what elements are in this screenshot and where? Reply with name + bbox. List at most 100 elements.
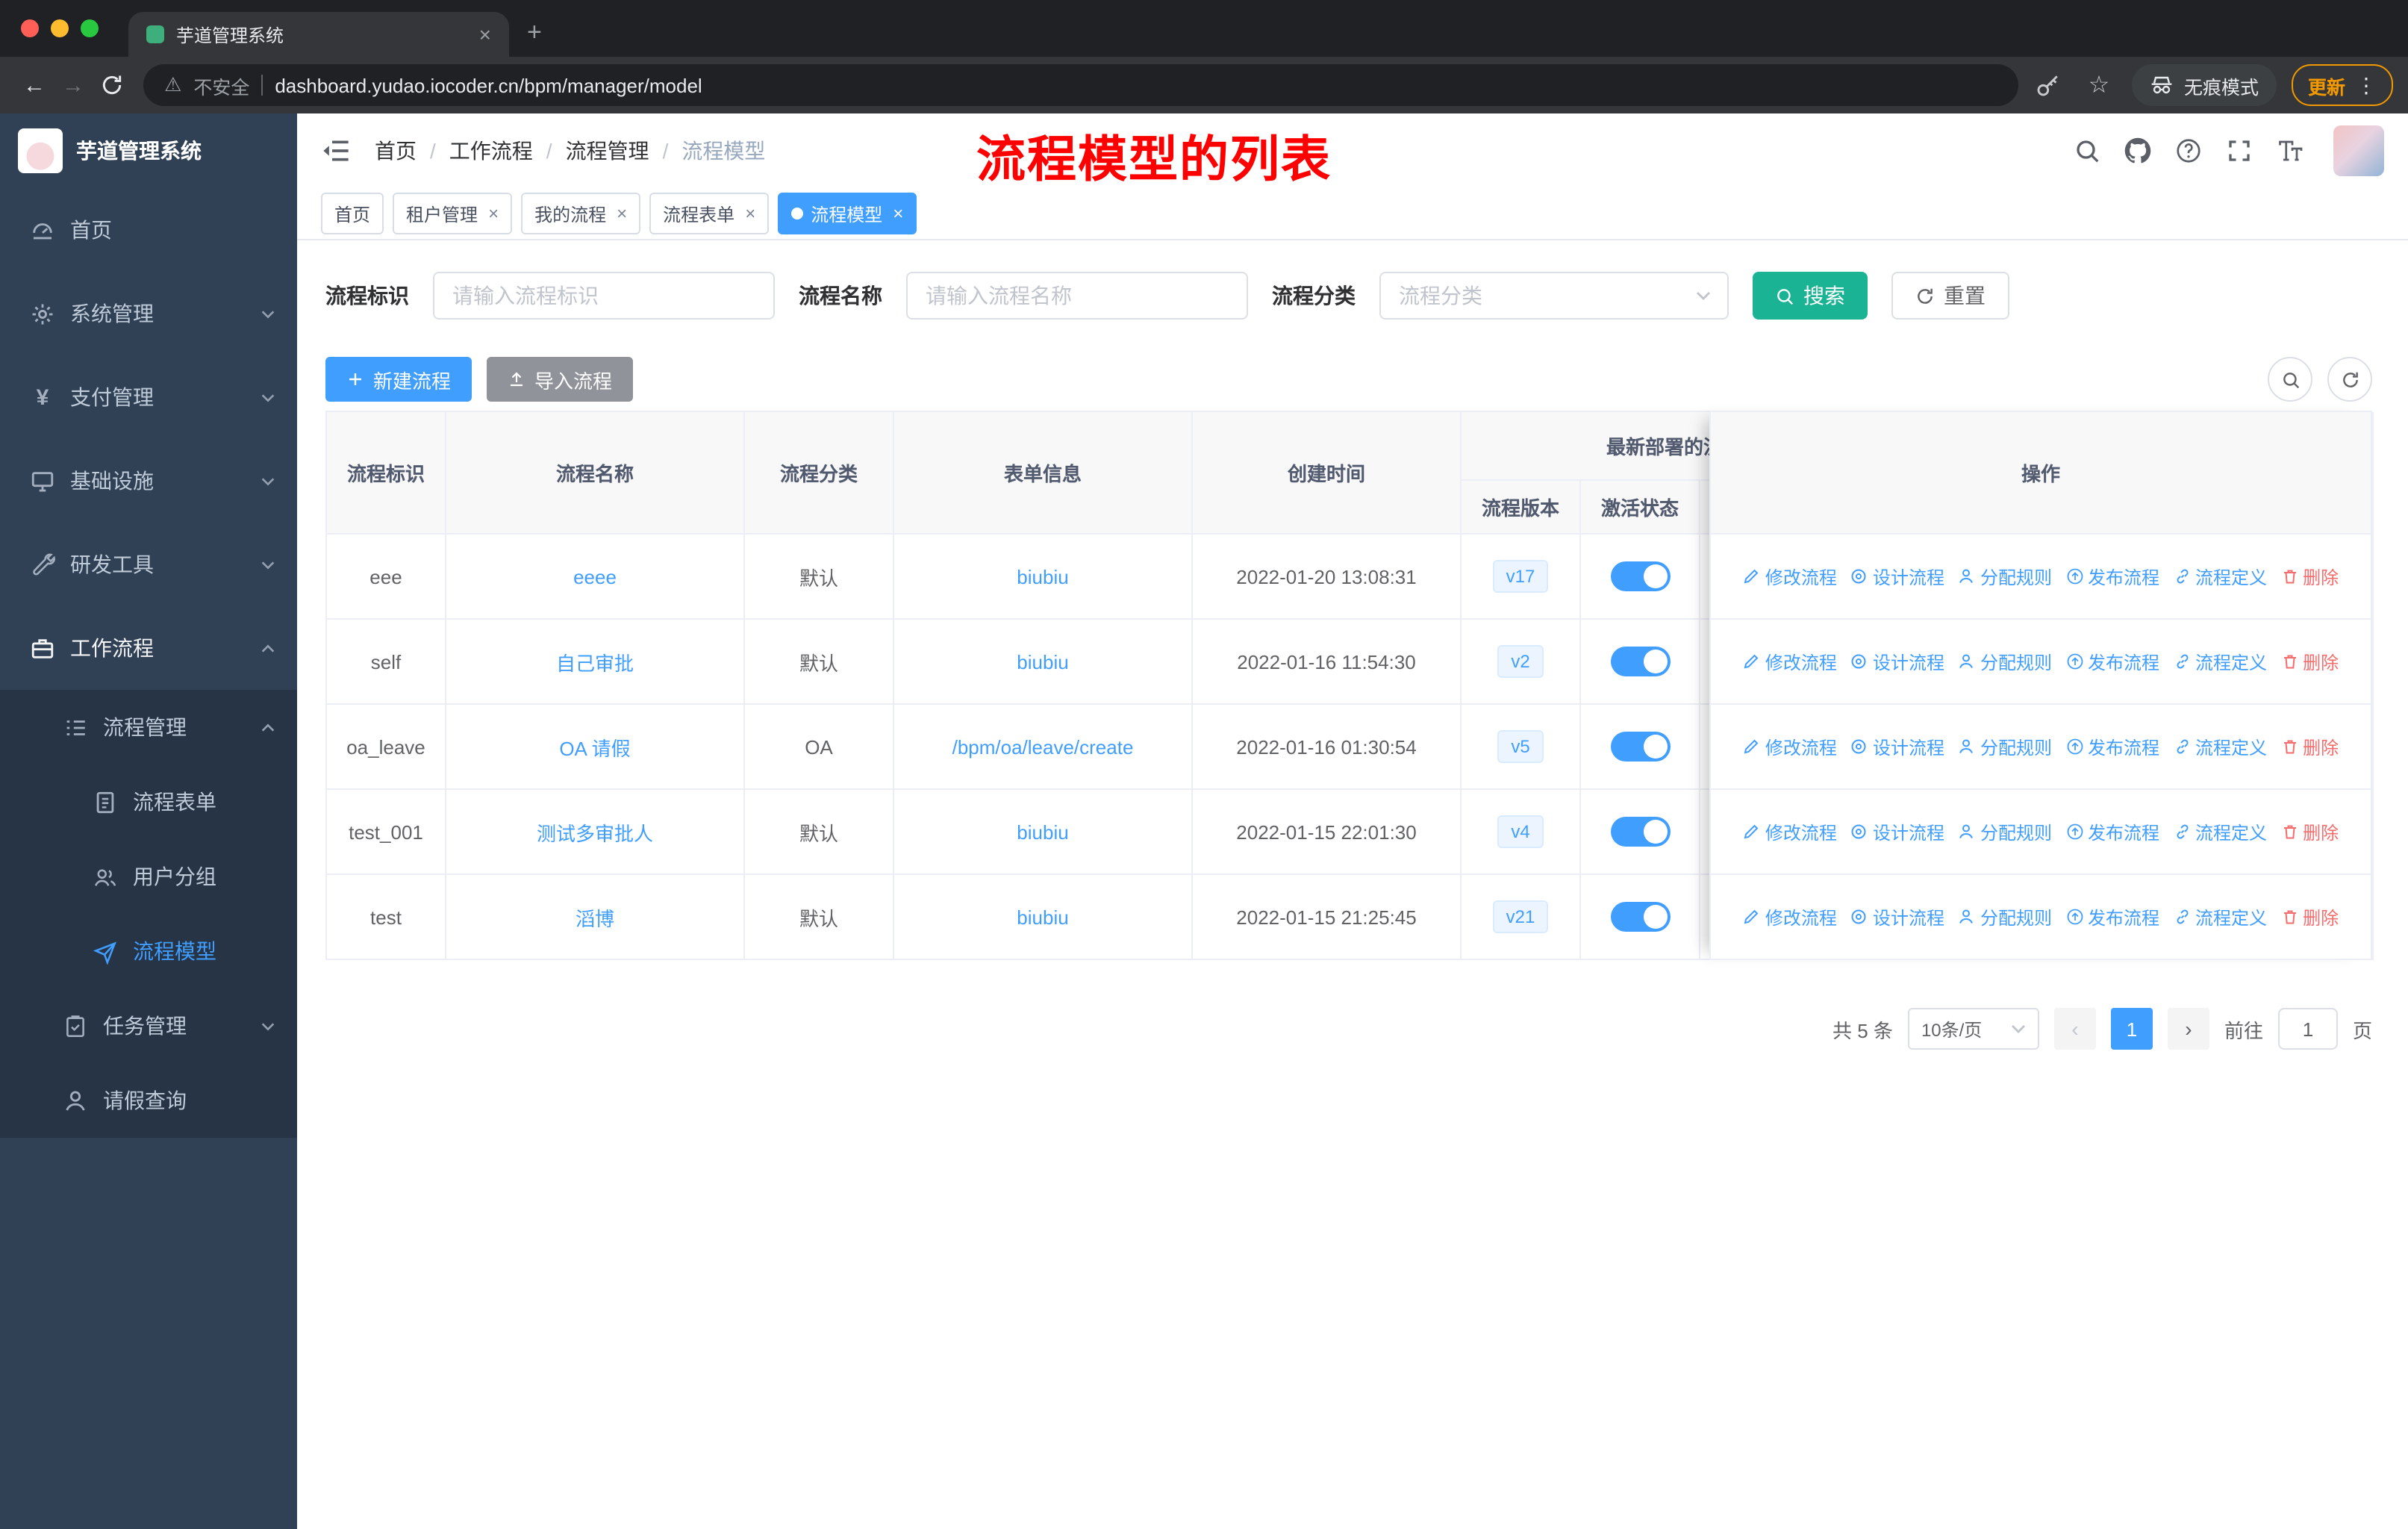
process-name-link[interactable]: eeee — [573, 565, 617, 588]
search-icon[interactable] — [2074, 137, 2100, 164]
browser-tab[interactable]: 芋道管理系统 × — [128, 12, 509, 57]
process-definition-link[interactable]: 流程定义 — [2173, 564, 2267, 589]
close-icon[interactable]: × — [890, 203, 903, 224]
active-toggle[interactable] — [1610, 561, 1670, 591]
delete-process-link[interactable]: 删除 — [2280, 734, 2339, 759]
assign-rule-link[interactable]: 分配规则 — [1958, 564, 2052, 589]
process-name-link[interactable]: 自己审批 — [556, 647, 634, 676]
edit-process-link[interactable]: 修改流程 — [1743, 649, 1837, 674]
design-process-link[interactable]: 设计流程 — [1850, 564, 1944, 589]
process-definition-link[interactable]: 流程定义 — [2173, 649, 2267, 674]
fullscreen-icon[interactable] — [2226, 137, 2253, 164]
update-button[interactable]: 更新 ⋮ — [2291, 64, 2393, 106]
sidebar-item-process-management[interactable]: 流程管理 — [0, 690, 297, 764]
assign-rule-link[interactable]: 分配规则 — [1958, 819, 2052, 844]
close-icon[interactable]: × — [485, 203, 499, 224]
publish-process-link[interactable]: 发布流程 — [2065, 649, 2159, 674]
edit-process-link[interactable]: 修改流程 — [1743, 564, 1837, 589]
search-button[interactable]: 搜索 — [1753, 272, 1868, 320]
sidebar-item-user-group[interactable]: 用户分组 — [0, 839, 297, 914]
sidebar-item-leave-query[interactable]: 请假查询 — [0, 1063, 297, 1138]
sidebar-item-payment[interactable]: ¥ 支付管理 — [0, 355, 297, 439]
process-definition-link[interactable]: 流程定义 — [2173, 734, 2267, 759]
publish-process-link[interactable]: 发布流程 — [2065, 564, 2159, 589]
design-process-link[interactable]: 设计流程 — [1850, 734, 1944, 759]
user-avatar[interactable] — [2333, 125, 2384, 176]
sidebar-item-task-management[interactable]: 任务管理 — [0, 988, 297, 1063]
github-icon[interactable] — [2124, 137, 2151, 164]
edit-process-link[interactable]: 修改流程 — [1743, 819, 1837, 844]
page-number-button[interactable]: 1 — [2110, 1008, 2153, 1050]
zoom-window-button[interactable] — [81, 19, 99, 37]
forward-button[interactable]: → — [54, 66, 93, 105]
assign-rule-link[interactable]: 分配规则 — [1958, 649, 2052, 674]
minimize-window-button[interactable] — [51, 19, 69, 37]
page-size-select[interactable]: 10条/页 — [1907, 1008, 2039, 1050]
form-link[interactable]: /bpm/oa/leave/create — [952, 735, 1134, 758]
edit-process-link[interactable]: 修改流程 — [1743, 904, 1837, 929]
close-icon[interactable]: × — [614, 203, 627, 224]
delete-process-link[interactable]: 删除 — [2280, 819, 2339, 844]
process-definition-link[interactable]: 流程定义 — [2173, 819, 2267, 844]
process-name-link[interactable]: 滔博 — [576, 903, 614, 931]
sidebar-item-process-form[interactable]: 流程表单 — [0, 764, 297, 839]
form-link[interactable]: biubiu — [1017, 650, 1068, 673]
sidebar-item-infrastructure[interactable]: 基础设施 — [0, 439, 297, 523]
breadcrumb-home[interactable]: 首页 — [375, 136, 417, 166]
process-category-select[interactable]: 流程分类 — [1379, 272, 1729, 320]
tag-process-model[interactable]: 流程模型 × — [778, 193, 917, 234]
form-link[interactable]: biubiu — [1017, 906, 1068, 928]
refresh-table-button[interactable] — [2327, 357, 2372, 402]
form-link[interactable]: biubiu — [1017, 820, 1068, 843]
assign-rule-link[interactable]: 分配规则 — [1958, 904, 2052, 929]
active-toggle[interactable] — [1610, 732, 1670, 762]
design-process-link[interactable]: 设计流程 — [1850, 904, 1944, 929]
bookmark-star-icon[interactable]: ☆ — [2081, 67, 2117, 103]
active-toggle[interactable] — [1610, 902, 1670, 932]
breadcrumb-workflow[interactable]: 工作流程 — [449, 136, 533, 166]
process-id-input[interactable] — [433, 272, 775, 320]
prev-page-button[interactable]: ‹ — [2053, 1008, 2096, 1050]
design-process-link[interactable]: 设计流程 — [1850, 649, 1944, 674]
sidebar-item-process-model[interactable]: 流程模型 — [0, 914, 297, 988]
publish-process-link[interactable]: 发布流程 — [2065, 734, 2159, 759]
publish-process-link[interactable]: 发布流程 — [2065, 904, 2159, 929]
active-toggle[interactable] — [1610, 647, 1670, 676]
incognito-profile-chip[interactable]: 无痕模式 — [2131, 64, 2277, 106]
assign-rule-link[interactable]: 分配规则 — [1958, 734, 2052, 759]
process-name-input[interactable] — [906, 272, 1248, 320]
form-link[interactable]: biubiu — [1017, 565, 1068, 588]
publish-process-link[interactable]: 发布流程 — [2065, 819, 2159, 844]
reload-button[interactable] — [93, 66, 131, 105]
tag-process-form[interactable]: 流程表单 × — [649, 193, 770, 234]
sidebar-item-workflow[interactable]: 工作流程 — [0, 606, 297, 690]
address-bar[interactable]: ⚠ 不安全 dashboard.yudao.iocoder.cn/bpm/man… — [143, 64, 2018, 106]
more-menu-icon[interactable]: ⋮ — [2356, 72, 2377, 98]
process-name-link[interactable]: 测试多审批人 — [537, 818, 653, 846]
delete-process-link[interactable]: 删除 — [2280, 649, 2339, 674]
font-size-icon[interactable] — [2277, 137, 2303, 164]
sidebar-item-devtools[interactable]: 研发工具 — [0, 523, 297, 606]
close-icon[interactable]: × — [742, 203, 755, 224]
next-page-button[interactable]: › — [2167, 1008, 2209, 1050]
create-process-button[interactable]: 新建流程 — [325, 357, 472, 402]
password-key-icon[interactable] — [2030, 67, 2066, 103]
tag-my-process[interactable]: 我的流程 × — [521, 193, 641, 234]
process-definition-link[interactable]: 流程定义 — [2173, 904, 2267, 929]
goto-page-input[interactable] — [2277, 1008, 2338, 1050]
tab-close-icon[interactable]: × — [473, 22, 497, 46]
toggle-search-button[interactable] — [2268, 357, 2312, 402]
tag-tenant-management[interactable]: 租户管理 × — [393, 193, 513, 234]
help-icon[interactable] — [2175, 137, 2202, 164]
close-window-button[interactable] — [21, 19, 39, 37]
sidebar-item-system[interactable]: 系统管理 — [0, 272, 297, 355]
breadcrumb-process-management[interactable]: 流程管理 — [566, 136, 649, 166]
process-name-link[interactable]: OA 请假 — [559, 732, 630, 761]
delete-process-link[interactable]: 删除 — [2280, 904, 2339, 929]
edit-process-link[interactable]: 修改流程 — [1743, 734, 1837, 759]
active-toggle[interactable] — [1610, 817, 1670, 847]
sidebar-item-home[interactable]: 首页 — [0, 188, 297, 272]
back-button[interactable]: ← — [15, 66, 54, 105]
collapse-sidebar-icon[interactable] — [321, 136, 351, 166]
design-process-link[interactable]: 设计流程 — [1850, 819, 1944, 844]
